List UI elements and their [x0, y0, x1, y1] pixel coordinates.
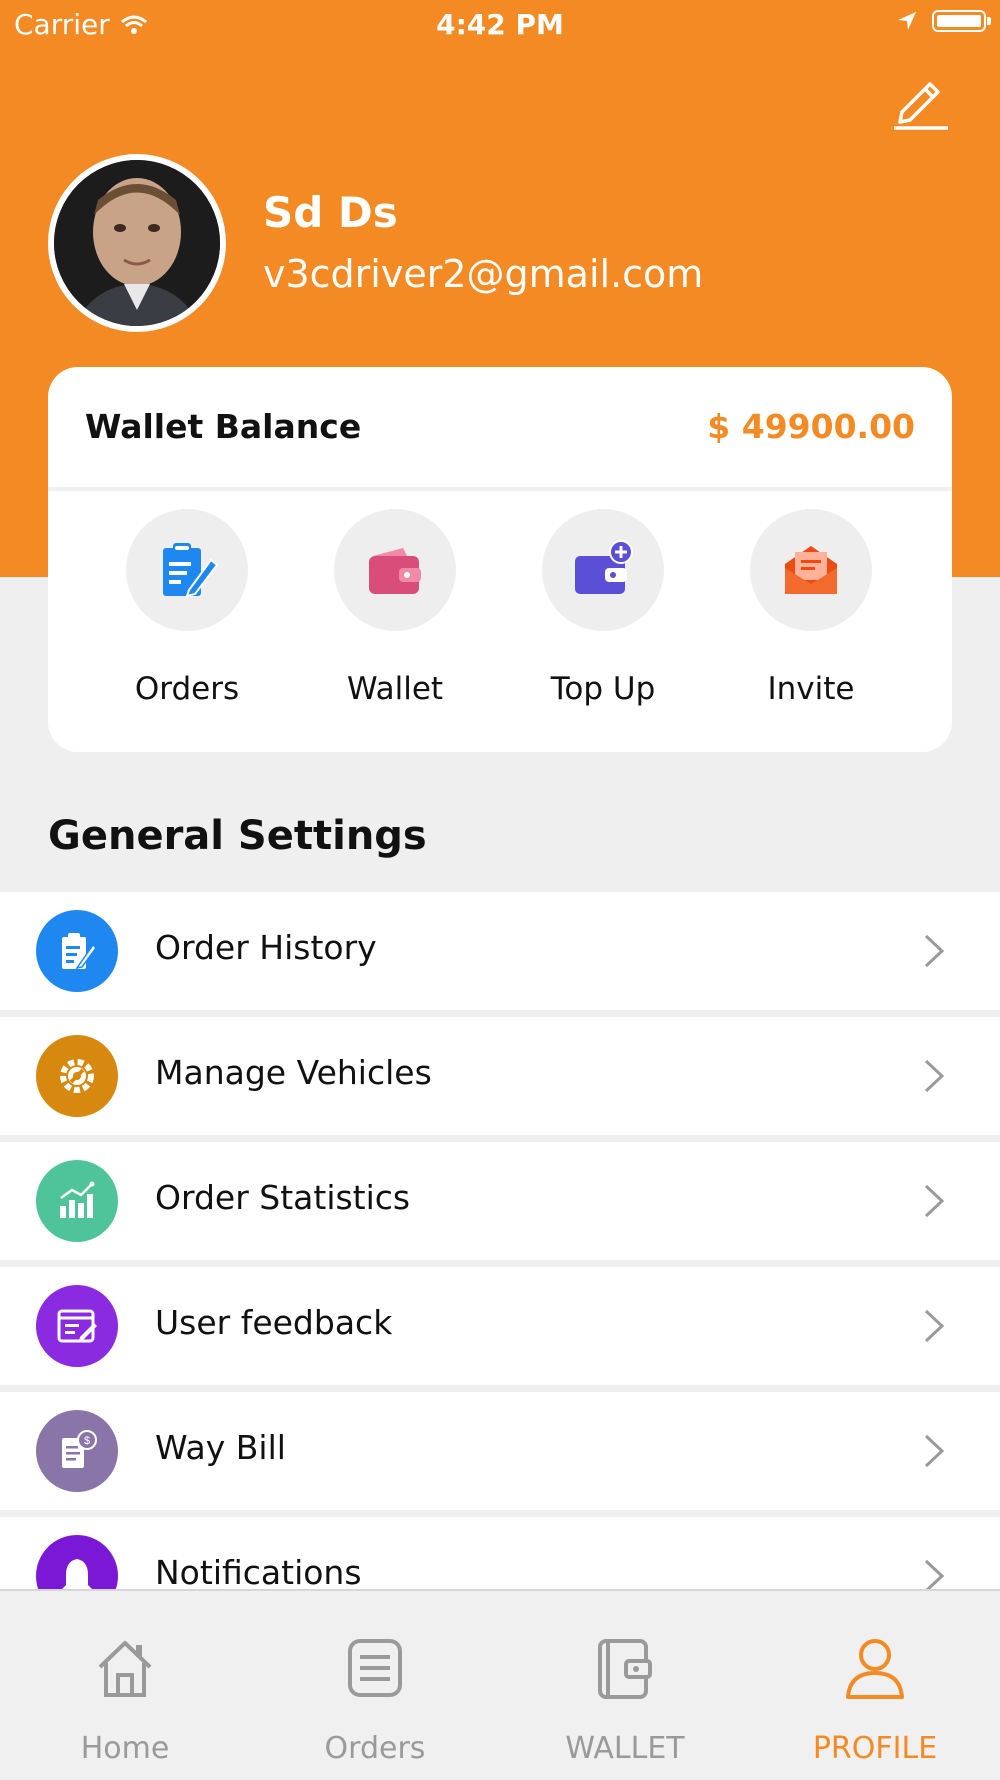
quick-action-invite-label: Invite — [767, 671, 855, 707]
quick-action-wallet-circle — [334, 509, 456, 631]
chevron-right-icon — [924, 1309, 945, 1343]
wallet-balance-amount: $ 49900.00 — [707, 407, 915, 446]
settings-item-order-history[interactable]: Order History — [0, 892, 1000, 1010]
quick-action-top-up-label: Top Up — [550, 671, 656, 707]
clipboard-edit-icon — [163, 543, 219, 598]
settings-item-label: Manage Vehicles — [155, 1053, 432, 1092]
quick-action-orders[interactable]: Orders — [97, 509, 277, 729]
settings-item-label: User feedback — [155, 1303, 393, 1342]
chevron-right-icon — [924, 1184, 945, 1218]
card-divider — [48, 487, 952, 491]
settings-item-label: Way Bill — [155, 1428, 286, 1467]
wallet-plus-icon — [575, 540, 633, 594]
avatar[interactable] — [48, 154, 226, 332]
tab-home[interactable]: Home — [0, 1591, 250, 1780]
battery-icon — [932, 10, 991, 32]
list-icon — [348, 1639, 402, 1697]
quick-action-invite-circle — [750, 509, 872, 631]
wallet-icon — [598, 1639, 652, 1699]
settings-item-user-feedback[interactable]: User feedback — [0, 1267, 1000, 1385]
general-settings-title: General Settings — [48, 813, 427, 859]
status-time: 4:42 PM — [436, 8, 564, 41]
tab-profile[interactable]: PROFILE — [750, 1591, 1000, 1780]
tab-wallet[interactable]: WALLET — [500, 1591, 750, 1780]
location-arrow-icon — [898, 12, 916, 30]
svg-text:$: $ — [84, 1435, 90, 1447]
quick-action-wallet-label: Wallet — [346, 671, 444, 707]
settings-item-label: Order History — [155, 928, 377, 967]
chevron-right-icon — [924, 934, 945, 968]
tab-bar: Home Orders WALLET PROFILE — [0, 1589, 1000, 1778]
home-icon — [98, 1641, 152, 1697]
quick-action-invite[interactable]: Invite — [721, 509, 901, 729]
wallet-balance-title: Wallet Balance — [85, 407, 362, 446]
envelope-icon — [785, 546, 837, 594]
bar-chart-icon — [36, 1160, 118, 1242]
quick-action-top-up-circle — [542, 509, 664, 631]
quick-action-orders-label: Orders — [134, 671, 240, 707]
tab-wallet-label: WALLET — [565, 1731, 685, 1766]
profile-name: Sd Ds — [263, 188, 398, 237]
quick-action-top-up[interactable]: Top Up — [513, 509, 693, 729]
settings-item-way-bill[interactable]: $ Way Bill — [0, 1392, 1000, 1510]
chevron-right-icon — [924, 1059, 945, 1093]
gear-wrench-icon — [36, 1035, 118, 1117]
clipboard-edit-icon — [36, 910, 118, 992]
settings-item-label: Notifications — [155, 1553, 362, 1592]
edit-profile-icon[interactable] — [888, 68, 954, 134]
user-icon — [846, 1639, 904, 1699]
profile-email: v3cdriver2@gmail.com — [263, 252, 704, 296]
tab-profile-label: PROFILE — [812, 1731, 938, 1766]
settings-item-manage-vehicles[interactable]: Manage Vehicles — [0, 1017, 1000, 1135]
avatar-photo — [54, 160, 220, 326]
quick-action-wallet[interactable]: Wallet — [305, 509, 485, 729]
status-right — [896, 10, 991, 32]
wallet-icon — [369, 548, 421, 594]
feedback-form-icon — [36, 1285, 118, 1367]
settings-item-order-statistics[interactable]: Order Statistics — [0, 1142, 1000, 1260]
receipt-dollar-icon: $ — [36, 1410, 118, 1492]
wallet-card: Wallet Balance $ 49900.00 Orders Wallet … — [48, 367, 952, 752]
tab-orders-label: Orders — [324, 1731, 426, 1766]
tab-orders[interactable]: Orders — [250, 1591, 500, 1780]
chevron-right-icon — [924, 1434, 945, 1468]
status-bar: Carrier 4:42 PM — [0, 0, 1000, 50]
quick-action-orders-circle — [126, 509, 248, 631]
settings-item-label: Order Statistics — [155, 1178, 411, 1217]
tab-home-label: Home — [80, 1731, 170, 1766]
